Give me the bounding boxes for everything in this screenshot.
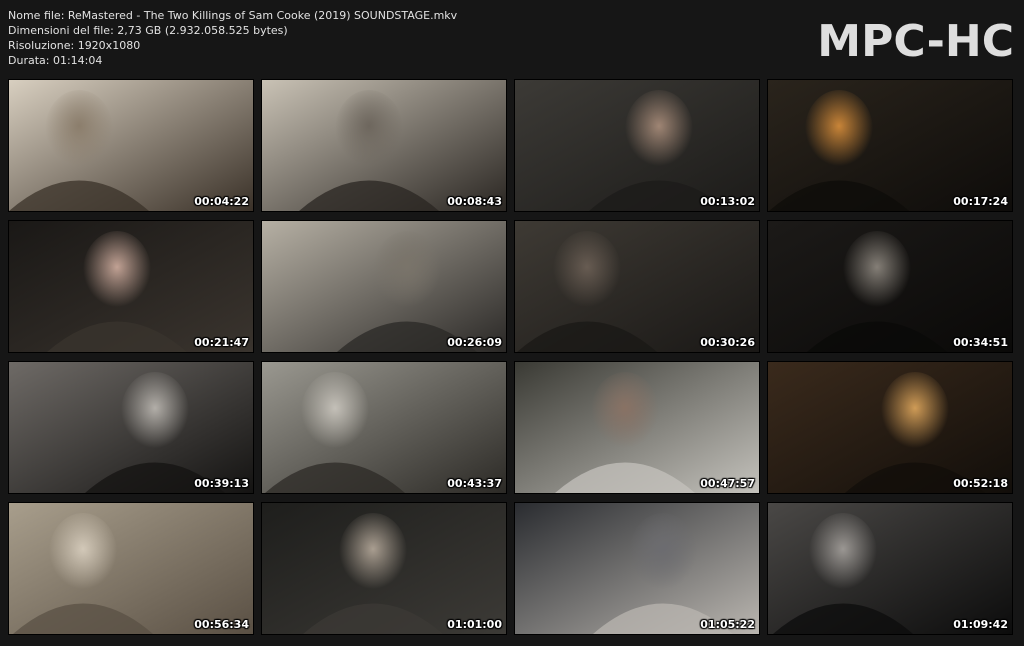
video-thumbnail: 00:34:51 (768, 221, 1012, 352)
thumbnail-timestamp: 00:34:51 (953, 336, 1008, 349)
thumbnail-frame (515, 80, 759, 211)
thumbnail-timestamp: 00:39:13 (194, 477, 249, 490)
thumbnail-timestamp: 00:26:09 (447, 336, 502, 349)
video-thumbnail: 00:43:37 (262, 362, 506, 493)
file-name: Nome file: ReMastered - The Two Killings… (8, 9, 458, 22)
thumbnail-frame (515, 362, 759, 493)
thumbnail-timestamp: 00:43:37 (447, 477, 502, 490)
video-thumbnail: 00:13:02 (515, 80, 759, 211)
video-thumbnail: 00:39:13 (9, 362, 253, 493)
video-thumbnail: 00:52:18 (768, 362, 1012, 493)
video-thumbnail: 00:30:26 (515, 221, 759, 352)
thumbnail-frame (9, 80, 253, 211)
thumbnail-frame (262, 362, 506, 493)
thumbnail-frame (262, 503, 506, 634)
thumbnail-frame (9, 221, 253, 352)
video-thumbnail: 00:08:43 (262, 80, 506, 211)
thumbnail-frame (768, 221, 1012, 352)
thumbnail-timestamp: 00:21:47 (194, 336, 249, 349)
thumbnail-frame (515, 221, 759, 352)
thumbnail-frame (768, 80, 1012, 211)
thumbnail-frame (515, 503, 759, 634)
thumbnail-timestamp: 01:05:22 (700, 618, 755, 631)
video-thumbnail: 00:21:47 (9, 221, 253, 352)
file-size: Dimensioni del file: 2,73 GB (2.932.058.… (8, 24, 288, 37)
video-thumbnail: 00:17:24 (768, 80, 1012, 211)
thumbnail-timestamp: 01:01:00 (447, 618, 502, 631)
thumbnail-timestamp: 01:09:42 (953, 618, 1008, 631)
file-info: Nome file: ReMastered - The Two Killings… (8, 8, 457, 68)
thumbnail-frame (9, 362, 253, 493)
video-thumbnail: 01:09:42 (768, 503, 1012, 634)
thumbnail-frame (768, 503, 1012, 634)
thumbnail-timestamp: 00:04:22 (194, 195, 249, 208)
thumbnail-frame (262, 221, 506, 352)
thumbnail-timestamp: 00:47:57 (700, 477, 755, 490)
thumbnail-timestamp: 00:56:34 (194, 618, 249, 631)
thumbnail-timestamp: 00:30:26 (700, 336, 755, 349)
video-thumbnail: 00:56:34 (9, 503, 253, 634)
thumbnail-grid: 00:04:22 00:08:43 00:13:02 00:17:24 00:21:47… (9, 80, 1017, 634)
file-duration: Durata: 01:14:04 (8, 54, 103, 67)
thumbnail-timestamp: 00:13:02 (700, 195, 755, 208)
file-resolution: Risoluzione: 1920x1080 (8, 39, 141, 52)
thumbnail-timestamp: 00:08:43 (447, 195, 502, 208)
video-thumbnail: 01:01:00 (262, 503, 506, 634)
video-thumbnail: 01:05:22 (515, 503, 759, 634)
thumbnail-frame (768, 362, 1012, 493)
video-thumbnail: 00:04:22 (9, 80, 253, 211)
video-thumbnail: 00:47:57 (515, 362, 759, 493)
video-thumbnail: 00:26:09 (262, 221, 506, 352)
thumbnail-timestamp: 00:52:18 (953, 477, 1008, 490)
thumbnail-frame (9, 503, 253, 634)
thumbnail-frame (262, 80, 506, 211)
thumbnail-timestamp: 00:17:24 (953, 195, 1008, 208)
mpc-hc-logo: MPC-HC (817, 16, 1014, 67)
